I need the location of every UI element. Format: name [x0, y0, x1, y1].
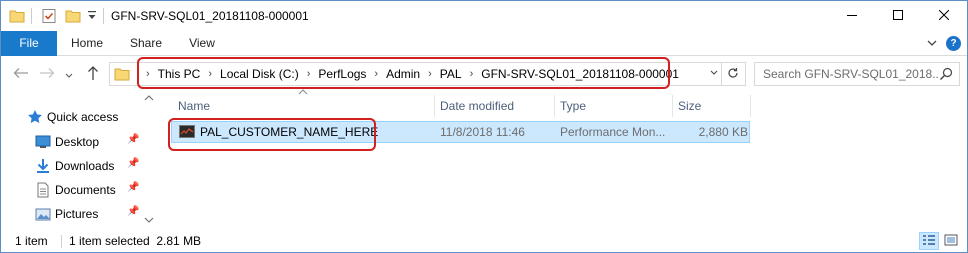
search-box[interactable]: Search GFN-SRV-SQL01_2018... [754, 62, 960, 86]
pin-icon[interactable]: 📌 [127, 182, 139, 193]
breadcrumb-current-folder[interactable]: GFN-SRV-SQL01_20181108-000001 [479, 67, 681, 81]
details-view-icon [922, 234, 936, 249]
separator [103, 8, 104, 24]
address-bar[interactable]: › This PC › Local Disk (C:) › PerfLogs ›… [109, 62, 746, 86]
back-button[interactable] [11, 65, 31, 83]
scroll-up-icon[interactable] [144, 94, 154, 104]
status-bar: 1 item 1 item selected 2.81 MB [1, 230, 967, 252]
maximize-icon [893, 9, 903, 23]
chevron-right-icon[interactable]: › [422, 68, 438, 80]
tab-share[interactable]: Share [119, 31, 173, 56]
documents-folder-icon [35, 182, 51, 201]
forward-arrow-icon [39, 66, 55, 82]
tab-file[interactable]: File [1, 31, 57, 56]
breadcrumb-admin[interactable]: Admin [384, 67, 422, 81]
pin-icon[interactable]: 📌 [127, 134, 139, 145]
tab-home[interactable]: Home [61, 31, 113, 56]
nav-item-label: Quick access [47, 110, 119, 124]
nav-item-desktop[interactable]: Desktop 📌 [1, 131, 141, 153]
separator [31, 8, 32, 24]
folder-icon [9, 8, 25, 24]
explorer-window: GFN-SRV-SQL01_20181108-000001 File Home … [0, 0, 968, 253]
column-header-type[interactable]: Type [554, 95, 672, 117]
details-view-button[interactable] [919, 232, 939, 250]
scroll-down-icon[interactable] [144, 216, 154, 226]
file-type: Performance Mon... [560, 125, 666, 139]
search-icon[interactable] [939, 67, 953, 84]
back-arrow-icon [13, 66, 29, 82]
title-bar: GFN-SRV-SQL01_20181108-000001 [1, 1, 967, 31]
nav-item-label: Pictures [55, 207, 99, 221]
file-list: Name Date modified Type Size PAL_CUSTOME… [157, 89, 967, 230]
status-selection: 1 item selected 2.81 MB [69, 234, 202, 248]
minimize-button[interactable] [829, 1, 875, 31]
chevron-right-icon[interactable]: › [202, 68, 218, 80]
minimize-icon [847, 9, 857, 23]
refresh-icon [727, 67, 739, 82]
breadcrumb: › This PC › Local Disk (C:) › PerfLogs ›… [140, 63, 681, 85]
maximize-button[interactable] [875, 1, 921, 31]
nav-item-pictures[interactable]: Pictures 📌 [1, 203, 141, 225]
pin-icon[interactable]: 📌 [127, 206, 139, 217]
star-icon [27, 109, 43, 128]
chevron-down-icon [65, 66, 73, 82]
large-icons-view-button[interactable] [941, 232, 961, 250]
tab-view[interactable]: View [177, 31, 227, 56]
window-title: GFN-SRV-SQL01_20181108-000001 [111, 9, 309, 23]
file-date-modified: 11/8/2018 11:46 [440, 125, 525, 139]
status-item-count: 1 item [15, 234, 48, 248]
ribbon-tabs: File Home Share View ? [1, 31, 967, 56]
nav-item-quick-access[interactable]: Quick access [1, 106, 141, 128]
navigation-pane: Quick access Desktop 📌 Downloads 📌 Docum… [1, 92, 156, 230]
nav-item-downloads[interactable]: Downloads 📌 [1, 155, 141, 177]
chevron-right-icon[interactable]: › [301, 68, 317, 80]
up-arrow-icon [87, 65, 99, 84]
close-button[interactable] [921, 1, 967, 31]
large-icons-view-icon [944, 234, 958, 249]
up-button[interactable] [83, 65, 103, 83]
file-size: 2,880 KB [698, 125, 748, 139]
pictures-folder-icon [35, 206, 51, 225]
recent-locations-button[interactable] [63, 65, 75, 83]
chevron-right-icon[interactable]: › [368, 68, 384, 80]
new-folder-icon[interactable] [65, 8, 81, 24]
search-input[interactable]: Search GFN-SRV-SQL01_2018... [763, 67, 938, 81]
folder-icon [114, 66, 130, 85]
expand-ribbon-icon[interactable] [925, 36, 939, 50]
file-name[interactable]: PAL_CUSTOMER_NAME_HERE [200, 122, 378, 142]
breadcrumb-perflogs[interactable]: PerfLogs [316, 67, 368, 81]
refresh-button[interactable] [721, 63, 743, 85]
nav-item-documents[interactable]: Documents 📌 [1, 179, 141, 201]
forward-button[interactable] [37, 65, 57, 83]
nav-item-label: Downloads [55, 159, 115, 173]
address-history-chevron-icon[interactable] [707, 66, 721, 82]
column-header-date-modified[interactable]: Date modified [434, 95, 554, 117]
nav-pane-scrollbar[interactable] [142, 92, 156, 230]
properties-icon[interactable] [41, 8, 57, 24]
breadcrumb-pal[interactable]: PAL [438, 67, 464, 81]
downloads-folder-icon [35, 158, 51, 177]
navigation-bar: › This PC › Local Disk (C:) › PerfLogs ›… [1, 56, 967, 92]
performance-monitor-file-icon [179, 125, 195, 138]
chevron-right-icon[interactable]: › [464, 68, 480, 80]
nav-item-label: Desktop [55, 135, 100, 149]
pin-icon[interactable]: 📌 [127, 158, 139, 169]
column-divider[interactable] [750, 95, 751, 117]
breadcrumb-this-pc[interactable]: This PC [156, 67, 203, 81]
chevron-right-icon[interactable]: › [140, 68, 156, 80]
column-header-size[interactable]: Size [672, 95, 750, 117]
help-icon[interactable]: ? [946, 36, 961, 51]
separator [61, 235, 62, 248]
breadcrumb-local-disk[interactable]: Local Disk (C:) [218, 67, 301, 81]
table-row[interactable]: PAL_CUSTOMER_NAME_HERE 11/8/2018 11:46 P… [171, 121, 750, 143]
customize-toolbar-icon[interactable] [87, 9, 97, 25]
close-icon [938, 9, 950, 23]
column-header-name[interactable]: Name [172, 95, 434, 117]
desktop-folder-icon [35, 134, 51, 153]
nav-item-label: Documents [55, 183, 116, 197]
